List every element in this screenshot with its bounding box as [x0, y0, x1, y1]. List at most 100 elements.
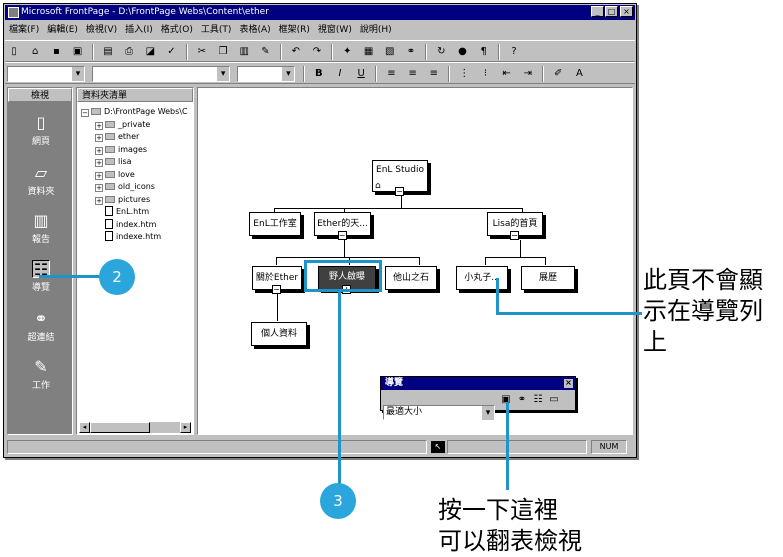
tree-root-label: D:\FrontPage Webs\C: [104, 107, 188, 116]
nav-node[interactable]: 個人資料: [251, 322, 307, 346]
nav-node[interactable]: 展歷: [521, 266, 575, 290]
tree-root[interactable]: − D:\FrontPage Webs\C: [81, 106, 188, 119]
nav-node[interactable]: EnL工作室: [249, 212, 301, 236]
help-icon[interactable]: ?: [507, 44, 521, 58]
tree-file[interactable]: EnL.htm: [81, 206, 188, 219]
stop-icon[interactable]: ●: [456, 44, 470, 58]
tree-folder[interactable]: + _private: [81, 119, 188, 132]
folder-list-icon[interactable]: ▤: [101, 44, 115, 58]
expand-icon[interactable]: +: [95, 121, 103, 130]
style-select[interactable]: [7, 66, 85, 82]
menu-insert[interactable]: 插入(I): [121, 22, 157, 39]
align-center-icon[interactable]: ≡: [406, 66, 420, 80]
spelling-icon[interactable]: ✓: [165, 44, 179, 58]
view-hyperlinks[interactable]: ⚭ 超連結: [8, 310, 74, 344]
nav-node[interactable]: Ether的天... −: [314, 212, 371, 240]
save-icon[interactable]: ▪: [49, 44, 63, 58]
align-right-icon[interactable]: ≡: [427, 66, 441, 80]
undo-icon[interactable]: ↶: [289, 44, 303, 58]
nav-node[interactable]: Lisa的首頁 −: [487, 212, 543, 240]
menu-view[interactable]: 檢視(V): [82, 22, 121, 39]
collapse-icon[interactable]: −: [81, 109, 89, 117]
view-reports[interactable]: ▥ 報告: [8, 212, 74, 246]
publish-icon[interactable]: ▣: [71, 44, 85, 58]
preview-icon[interactable]: ◪: [143, 44, 157, 58]
increase-indent-icon[interactable]: ⇥: [521, 66, 535, 80]
font-select[interactable]: [92, 66, 231, 82]
nav-panel-close-button[interactable]: ×: [564, 379, 573, 388]
scroll-left-icon[interactable]: ◂: [79, 422, 90, 433]
collapse-toggle-icon[interactable]: −: [272, 285, 281, 294]
nav-node[interactable]: 他山之石: [385, 266, 437, 290]
menu-help[interactable]: 說明(H): [356, 22, 396, 39]
font-size-select[interactable]: [237, 66, 296, 82]
view-folders[interactable]: ▱ 資料夾: [8, 164, 74, 198]
menu-tools[interactable]: 工具(T): [197, 22, 236, 39]
bullets-icon[interactable]: ⁝: [478, 66, 492, 80]
tree-file[interactable]: indexe.htm: [81, 231, 188, 244]
print-icon[interactable]: ⎙: [122, 44, 136, 58]
view-page[interactable]: ▯ 網頁: [8, 114, 74, 148]
menu-frames[interactable]: 框架(R): [275, 22, 314, 39]
expand-icon[interactable]: +: [95, 134, 103, 142]
collapse-toggle-icon[interactable]: −: [337, 231, 347, 240]
included-navigation-icon[interactable]: ▭: [547, 392, 561, 406]
refresh-icon[interactable]: ↻: [434, 44, 448, 58]
copy-icon[interactable]: ❐: [216, 44, 230, 58]
nav-node[interactable]: 小丸子...: [456, 266, 508, 290]
view-tasks[interactable]: ✎ 工作: [8, 358, 74, 392]
expand-icon[interactable]: +: [95, 184, 103, 192]
menu-file[interactable]: 檔案(F): [5, 22, 43, 39]
decrease-indent-icon[interactable]: ⇤: [500, 66, 514, 80]
highlight-icon[interactable]: ✐: [551, 66, 565, 80]
menu-edit[interactable]: 編輯(E): [43, 22, 82, 39]
tree-folder[interactable]: + ether: [81, 131, 188, 144]
minimize-button[interactable]: _: [591, 6, 604, 17]
tree-file[interactable]: index.htm: [81, 218, 188, 232]
italic-icon[interactable]: I: [333, 66, 347, 80]
nav-node[interactable]: 關於Ether −: [252, 266, 302, 294]
expand-icon[interactable]: +: [95, 171, 103, 180]
toolbar-separator: [331, 44, 334, 60]
bold-icon[interactable]: B: [312, 66, 326, 80]
tree-folder[interactable]: + lisa: [81, 156, 188, 169]
maximize-button[interactable]: □: [605, 6, 618, 17]
hyperlink-icon[interactable]: ⚭: [404, 44, 418, 58]
tree-folder[interactable]: + images: [81, 144, 188, 157]
show-all-icon[interactable]: ¶: [477, 44, 491, 58]
open-icon[interactable]: ⌂: [28, 44, 42, 58]
paste-icon[interactable]: ▥: [237, 44, 251, 58]
cut-icon[interactable]: ✂: [195, 44, 209, 58]
tree-folder[interactable]: + love: [81, 169, 188, 182]
tree-folder[interactable]: + pictures: [81, 194, 188, 207]
collapse-toggle-icon[interactable]: −: [510, 231, 519, 240]
expand-icon[interactable]: +: [95, 159, 103, 167]
link-bars-icon[interactable]: ⚭: [515, 392, 529, 406]
close-button[interactable]: ×: [620, 6, 633, 17]
scroll-right-icon[interactable]: ▸: [180, 422, 191, 433]
folder-icon: [105, 183, 115, 190]
horizontal-scrollbar[interactable]: ◂ ▸: [79, 422, 191, 433]
connector-line: [419, 257, 420, 265]
align-left-icon[interactable]: ≡: [385, 66, 399, 80]
new-page-icon[interactable]: ▯: [7, 44, 21, 58]
scroll-thumb[interactable]: [90, 422, 150, 433]
font-color-icon[interactable]: A: [572, 66, 586, 80]
expand-icon[interactable]: +: [95, 146, 103, 155]
site-tree-icon[interactable]: ☷: [531, 392, 545, 406]
nav-node-root[interactable]: EnL Studio ⌂ −: [372, 160, 428, 196]
format-painter-icon[interactable]: ✎: [258, 44, 272, 58]
numbering-icon[interactable]: ⋮: [457, 66, 471, 80]
redo-icon[interactable]: ↷: [310, 44, 324, 58]
picture-icon[interactable]: ▧: [383, 44, 397, 58]
expand-icon[interactable]: +: [95, 196, 103, 205]
menu-format[interactable]: 格式(O): [157, 22, 197, 39]
collapse-toggle-icon[interactable]: −: [395, 187, 404, 196]
component-icon[interactable]: ✦: [340, 44, 354, 58]
tree-folder[interactable]: + old_icons: [81, 181, 188, 194]
zoom-select[interactable]: 最適大小: [383, 405, 495, 420]
menu-table[interactable]: 表格(A): [235, 22, 274, 39]
table-icon[interactable]: ▦: [362, 44, 376, 58]
menu-window[interactable]: 視窗(W): [314, 22, 356, 39]
underline-icon[interactable]: U: [354, 66, 368, 80]
